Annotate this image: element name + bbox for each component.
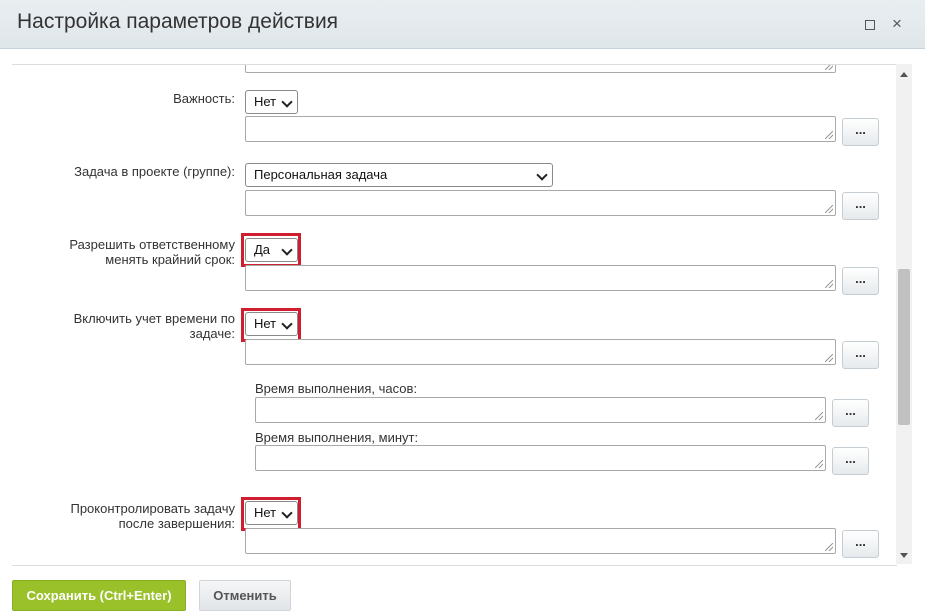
control-label: Проконтролировать задачу после завершени… bbox=[70, 501, 235, 531]
highlight-box bbox=[241, 497, 301, 531]
importance-textarea[interactable] bbox=[245, 116, 836, 142]
allow-deadline-label: Разрешить ответственному менять крайний … bbox=[69, 237, 235, 267]
minutes-textarea[interactable] bbox=[255, 445, 826, 471]
scroll-down-icon[interactable] bbox=[900, 553, 908, 558]
time-tracking-textarea[interactable] bbox=[245, 339, 836, 365]
project-ellipsis-button[interactable]: ... bbox=[842, 192, 879, 220]
project-label: Задача в проекте (группе): bbox=[74, 164, 235, 179]
save-button[interactable]: Сохранить (Ctrl+Enter) bbox=[12, 580, 186, 611]
scrollbar-thumb[interactable] bbox=[898, 269, 910, 425]
cancel-button[interactable]: Отменить bbox=[199, 580, 291, 611]
hours-textarea[interactable] bbox=[255, 397, 826, 423]
control-textarea[interactable] bbox=[245, 528, 836, 554]
hours-label: Время выполнения, часов: bbox=[255, 381, 418, 396]
control-ellipsis-button[interactable]: ... bbox=[842, 530, 879, 558]
minutes-ellipsis-button[interactable]: ... bbox=[832, 447, 869, 475]
allow-deadline-ellipsis-button[interactable]: ... bbox=[842, 267, 879, 295]
minutes-label: Время выполнения, минут: bbox=[255, 430, 419, 445]
importance-label: Важность: bbox=[173, 91, 235, 106]
project-textarea[interactable] bbox=[245, 190, 836, 216]
close-icon[interactable]: × bbox=[887, 14, 907, 34]
scroll-up-icon[interactable] bbox=[900, 72, 908, 77]
dialog-title: Настройка параметров действия bbox=[17, 10, 339, 33]
importance-select[interactable]: Нет bbox=[245, 90, 298, 114]
chevron-down-icon bbox=[281, 96, 293, 108]
importance-ellipsis-button[interactable]: ... bbox=[842, 118, 879, 146]
hours-ellipsis-button[interactable]: ... bbox=[832, 399, 869, 427]
highlight-box bbox=[241, 308, 301, 342]
form-content: Важность: Нет ... Задача в проекте (груп… bbox=[12, 64, 897, 566]
time-tracking-label: Включить учет времени по задаче: bbox=[73, 311, 235, 341]
maximize-icon[interactable] bbox=[860, 14, 880, 34]
dialog-titlebar: Настройка параметров действия × bbox=[0, 0, 925, 49]
scrollbar[interactable] bbox=[896, 64, 912, 564]
time-tracking-ellipsis-button[interactable]: ... bbox=[842, 341, 879, 369]
project-select[interactable]: Персональная задача bbox=[245, 163, 553, 187]
textarea-partial[interactable] bbox=[245, 65, 836, 73]
chevron-down-icon bbox=[536, 169, 548, 181]
allow-deadline-textarea[interactable] bbox=[245, 265, 836, 291]
highlight-box bbox=[241, 233, 301, 267]
